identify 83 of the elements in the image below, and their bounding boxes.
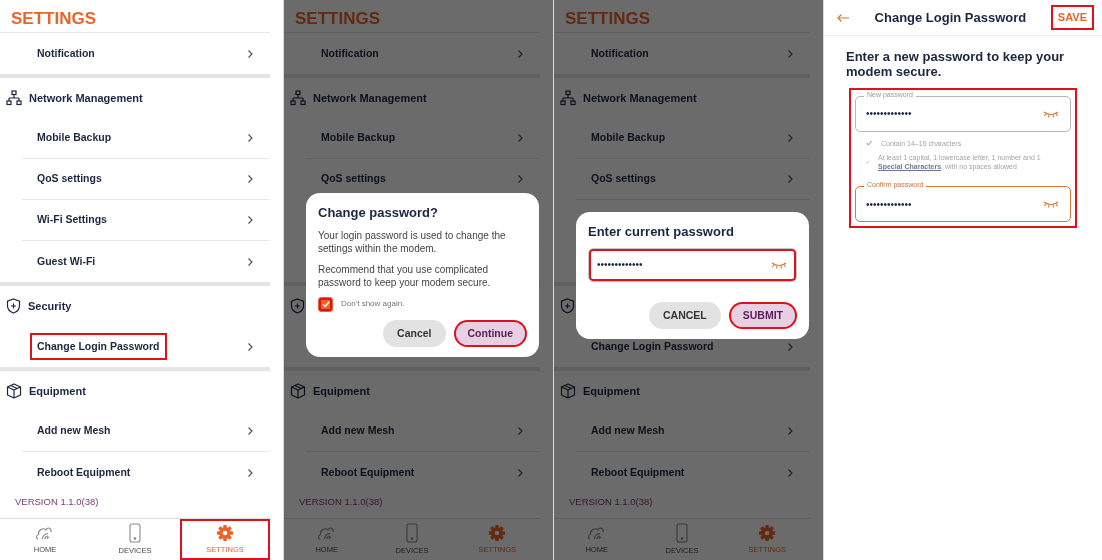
dialog-button[interactable]: Cancel [383, 319, 446, 348]
settings-icon [758, 523, 777, 542]
chevron-icon [517, 133, 524, 143]
password-field[interactable]: ••••••••••••• [588, 247, 797, 282]
dialog-button[interactable]: Continue [453, 319, 527, 348]
shield-icon [6, 298, 21, 314]
screen-title: SETTINGS [284, 0, 540, 33]
section-heading: Equipment [29, 383, 86, 399]
check-icon [865, 158, 870, 167]
screen-title: SETTINGS [554, 0, 810, 33]
network-icon [290, 90, 306, 106]
section-heading: Security [28, 298, 72, 314]
chevron-icon [517, 426, 524, 436]
dialog-button[interactable]: CANCEL [649, 301, 721, 330]
settings-row[interactable]: Reboot Equipment [576, 452, 810, 493]
instruction-text: Enter a new password to keep your modem secure. [845, 48, 1066, 80]
chevron-icon [247, 133, 254, 143]
settings-row[interactable]: Notification [576, 33, 810, 74]
chevron-icon [787, 48, 794, 59]
version-text: VERSION 1.1.0(38) [568, 495, 654, 509]
version-text: VERSION 1.1.0(38) [298, 495, 384, 509]
chevron-icon [787, 341, 794, 352]
settings-row[interactable]: QoS settings [22, 159, 270, 200]
eye-closed-icon [1042, 199, 1060, 210]
chevron-icon [247, 341, 254, 352]
shield-icon [560, 298, 575, 314]
phone-icon [675, 522, 689, 543]
section-heading: Equipment [583, 383, 640, 399]
settings-row[interactable]: Mobile Backup [576, 118, 810, 159]
section-heading: Network Management [313, 90, 427, 106]
section-heading: Equipment [313, 383, 370, 399]
settings-row[interactable]: Add new Mesh [22, 411, 270, 452]
settings-row[interactable]: Mobile Backup [306, 118, 540, 159]
settings-row[interactable]: QoS settings [576, 159, 810, 200]
check-icon [865, 139, 873, 148]
chevron-icon [247, 174, 254, 184]
settings-row[interactable]: Notification [306, 33, 540, 74]
chevron-icon [787, 174, 794, 184]
chevron-icon [247, 256, 254, 267]
back-arrow-icon [836, 12, 850, 23]
dialog-text: Your login password is used to change the settings within the modem. [318, 228, 507, 255]
settings-row[interactable]: Reboot Equipment [306, 452, 540, 493]
dialog-title: Change password? [318, 204, 439, 222]
chevron-icon [247, 215, 254, 225]
box-icon [560, 383, 576, 399]
settings-icon [488, 523, 507, 542]
screen-title: SETTINGS [0, 0, 270, 33]
network-icon [6, 90, 22, 106]
phone-icon [128, 522, 142, 543]
network-icon [560, 90, 576, 106]
settings-row[interactable]: Wi-Fi Settings [22, 200, 270, 241]
dialog-title: Enter current password [588, 223, 735, 241]
settings-icon [216, 523, 234, 542]
box-icon [290, 383, 306, 399]
chevron-icon [517, 48, 524, 59]
check-icon [320, 299, 331, 309]
checkbox[interactable] [318, 296, 333, 312]
phone-icon [405, 522, 419, 543]
box-icon [6, 383, 22, 399]
screen-title: Change Login Password [873, 8, 1028, 27]
chevron-icon [787, 426, 794, 436]
save-button[interactable]: SAVE [1050, 5, 1094, 30]
settings-row[interactable]: Notification [22, 33, 270, 74]
settings-row[interactable]: Change Login Password [22, 326, 270, 367]
settings-row[interactable]: Guest Wi-Fi [22, 241, 270, 282]
chevron-icon [517, 174, 524, 184]
chevron-icon [787, 467, 794, 478]
chevron-icon [787, 133, 794, 143]
settings-row[interactable]: Reboot Equipment [22, 452, 270, 493]
section-heading: Network Management [583, 90, 697, 106]
chevron-icon [247, 48, 254, 59]
chevron-icon [247, 467, 254, 478]
settings-row[interactable]: Mobile Backup [22, 118, 270, 159]
section-heading: Network Management [29, 90, 143, 106]
settings-row[interactable]: Add new Mesh [576, 411, 810, 452]
version-text: VERSION 1.1.0(38) [14, 495, 100, 509]
checkbox-label: Don't show again. [341, 298, 405, 310]
shield-icon [290, 298, 305, 314]
chevron-icon [517, 467, 524, 478]
dialog-text: Recommend that you use complicated password to keep your modem secure. [318, 262, 492, 289]
settings-row[interactable]: Add new Mesh [306, 411, 540, 452]
chevron-icon [247, 426, 254, 436]
dialog-button[interactable]: SUBMIT [728, 301, 797, 330]
